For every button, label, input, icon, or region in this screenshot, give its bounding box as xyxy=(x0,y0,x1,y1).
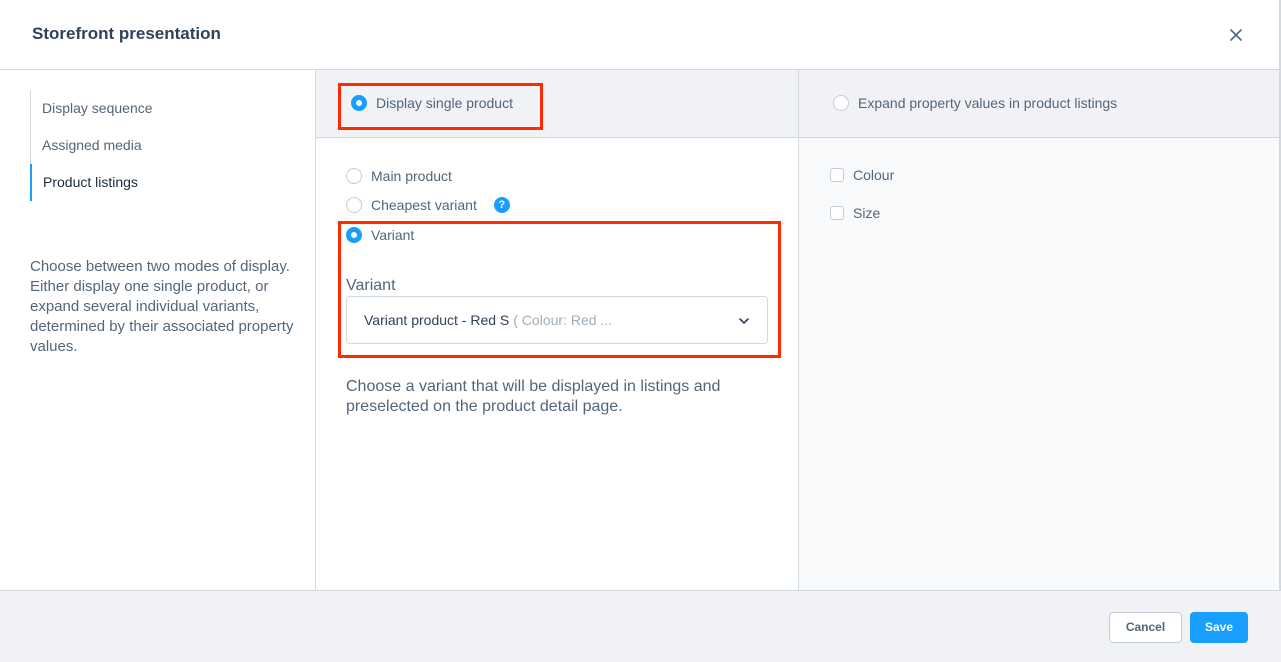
single-product-column: Display single product Main product Chea… xyxy=(316,70,799,590)
property-checkbox-colour[interactable]: Colour xyxy=(830,167,894,183)
sidebar: Display sequence Assigned media Product … xyxy=(0,70,316,590)
help-icon[interactable]: ? xyxy=(493,197,510,213)
checkbox-icon xyxy=(830,206,844,220)
sidebar-nav: Display sequence Assigned media Product … xyxy=(30,90,290,201)
mode-radio-expand-label: Expand property values in product listin… xyxy=(858,95,1118,111)
property-label-colour: Colour xyxy=(853,167,895,183)
sidebar-item-assigned-media[interactable]: Assigned media xyxy=(31,127,290,164)
option-main-product-label: Main product xyxy=(371,168,452,184)
property-checkbox-size[interactable]: Size xyxy=(830,205,880,221)
modal-title: Storefront presentation xyxy=(32,24,221,43)
sidebar-item-product-listings[interactable]: Product listings xyxy=(30,164,290,201)
cancel-button[interactable]: Cancel xyxy=(1109,612,1182,643)
highlight-box-variant xyxy=(338,221,781,358)
radio-icon xyxy=(346,197,362,213)
sidebar-item-display-sequence[interactable]: Display sequence xyxy=(31,90,290,127)
expand-properties-column: Expand property values in product listin… xyxy=(799,70,1279,590)
option-cheapest-variant-label: Cheapest variant xyxy=(371,197,477,213)
save-button[interactable]: Save xyxy=(1190,612,1248,643)
sidebar-description: Choose between two modes of display. Eit… xyxy=(30,258,294,355)
option-main-product[interactable]: Main product xyxy=(346,168,452,184)
radio-icon xyxy=(346,168,362,184)
close-icon[interactable] xyxy=(1226,25,1246,45)
modal-footer: Cancel Save xyxy=(0,590,1281,662)
mode-radio-expand[interactable]: Expand property values in product listin… xyxy=(833,95,1117,111)
property-label-size: Size xyxy=(853,205,881,221)
option-cheapest-variant[interactable]: Cheapest variant ? xyxy=(346,197,510,213)
modal-header: Storefront presentation xyxy=(0,0,1281,70)
highlight-box-mode xyxy=(338,83,543,130)
checkbox-icon xyxy=(830,168,844,182)
radio-icon xyxy=(833,95,849,111)
variant-help-text: Choose a variant that will be displayed … xyxy=(346,378,721,415)
